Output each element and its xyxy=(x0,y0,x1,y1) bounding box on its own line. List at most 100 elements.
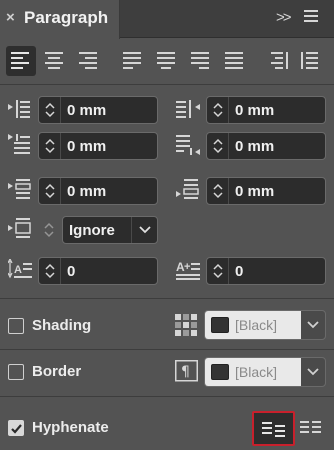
chevron-down-icon xyxy=(44,272,55,279)
hyphenate-label: Hyphenate xyxy=(32,419,109,436)
right-indent-field[interactable]: 0 mm xyxy=(206,96,326,124)
border-label: Border xyxy=(32,363,82,380)
first-line-indent-field[interactable]: 0 mm xyxy=(38,132,158,160)
chevron-up-icon xyxy=(44,183,55,190)
chevron-down-icon xyxy=(212,192,223,199)
align-away-from-spine-icon xyxy=(301,52,318,69)
left-indent-value[interactable]: 0 mm xyxy=(67,102,106,119)
align-towards-spine-button[interactable] xyxy=(264,46,294,76)
align-center-button[interactable] xyxy=(40,46,70,76)
space-between-select[interactable]: Ignore xyxy=(62,216,158,244)
first-line-indent-icon xyxy=(8,134,30,154)
shading-color-dropdown[interactable] xyxy=(301,311,325,339)
border-color-swatch xyxy=(211,364,229,380)
paragraph-tab[interactable]: × Paragraph xyxy=(0,0,120,39)
align-away-from-spine-button[interactable] xyxy=(296,46,326,76)
chevron-up-icon xyxy=(212,263,223,270)
first-line-stepper-arrows[interactable] xyxy=(39,133,61,159)
border-color-select[interactable]: [Black] xyxy=(204,357,326,387)
drop-cap-characters-stepper-arrows[interactable] xyxy=(207,258,229,284)
right-indent-icon xyxy=(176,100,200,118)
panel-tabbar: × Paragraph >> xyxy=(0,0,334,39)
space-before-field[interactable]: 0 mm xyxy=(38,177,158,205)
last-line-stepper-arrows[interactable] xyxy=(207,133,229,159)
justify-last-center-button[interactable] xyxy=(152,46,182,76)
close-icon[interactable]: × xyxy=(6,10,20,26)
align-right-button[interactable] xyxy=(74,46,104,76)
panel-title: Paragraph xyxy=(24,8,109,27)
left-indent-stepper-arrows[interactable] xyxy=(39,97,61,123)
justify-last-right-icon xyxy=(191,52,209,69)
drop-cap-characters-field[interactable]: 0 xyxy=(206,257,326,285)
shading-color-value: [Black] xyxy=(235,317,278,333)
chevron-up-icon xyxy=(212,183,223,190)
chevron-down-icon xyxy=(44,147,55,154)
space-after-stepper-arrows[interactable] xyxy=(207,178,229,204)
collapse-panel-icon[interactable]: >> xyxy=(276,9,291,26)
justify-last-left-icon xyxy=(123,52,141,69)
space-between-stepper-arrows[interactable] xyxy=(38,216,60,244)
chevron-up-icon xyxy=(212,102,223,109)
chevron-down-icon xyxy=(212,111,223,118)
space-after-value[interactable]: 0 mm xyxy=(235,183,274,200)
justify-all-icon xyxy=(225,52,243,69)
border-color-value: [Black] xyxy=(235,364,278,380)
shading-checkbox[interactable] xyxy=(8,318,24,334)
svg-text:A: A xyxy=(14,264,22,276)
chevron-down-icon xyxy=(307,321,319,329)
chevron-up-icon xyxy=(44,222,54,229)
justify-last-left-button[interactable] xyxy=(118,46,148,76)
justify-all-button[interactable] xyxy=(220,46,250,76)
separator xyxy=(0,396,334,397)
space-after-field[interactable]: 0 mm xyxy=(206,177,326,205)
align-center-icon xyxy=(45,52,63,69)
shading-color-field[interactable]: [Black] xyxy=(205,311,301,339)
chevron-up-icon xyxy=(44,138,55,145)
single-line-composer-icon[interactable] xyxy=(300,419,324,437)
border-checkbox[interactable] xyxy=(8,364,24,380)
shading-pattern-icon[interactable] xyxy=(175,314,197,336)
align-towards-spine-icon xyxy=(271,52,288,69)
space-after-icon xyxy=(176,179,199,199)
drop-cap-lines-field[interactable]: 0 xyxy=(38,257,158,285)
chevron-down-icon xyxy=(212,272,223,279)
last-line-right-indent-icon xyxy=(176,135,200,155)
last-line-right-indent-field[interactable]: 0 mm xyxy=(206,132,326,160)
space-before-icon xyxy=(8,179,31,199)
border-color-dropdown[interactable] xyxy=(301,358,325,386)
separator xyxy=(0,298,334,299)
checkmark-icon xyxy=(11,424,22,434)
alignment-toolbar xyxy=(6,46,328,78)
paragraph-composer-icon xyxy=(262,422,285,437)
align-right-icon xyxy=(79,52,97,69)
chevron-down-icon xyxy=(44,111,55,118)
border-color-field[interactable]: [Black] xyxy=(205,358,301,386)
chevron-up-icon xyxy=(44,102,55,109)
paragraph-border-icon[interactable]: ¶ xyxy=(175,360,199,382)
right-indent-stepper-arrows[interactable] xyxy=(207,97,229,123)
justify-last-center-icon xyxy=(157,52,175,69)
hyphenate-checkbox[interactable] xyxy=(8,420,24,436)
hamburger-menu-icon[interactable] xyxy=(304,10,318,26)
justify-last-right-button[interactable] xyxy=(186,46,216,76)
space-before-stepper-arrows[interactable] xyxy=(39,178,61,204)
adobe-paragraph-composer-button[interactable] xyxy=(252,411,295,446)
space-before-value[interactable]: 0 mm xyxy=(67,183,106,200)
drop-cap-lines-value[interactable]: 0 xyxy=(67,263,75,280)
last-line-right-indent-value[interactable]: 0 mm xyxy=(235,138,274,155)
space-between-value: Ignore xyxy=(69,222,115,239)
chevron-down-icon xyxy=(307,368,319,376)
align-left-button[interactable] xyxy=(6,46,36,76)
space-between-dropdown[interactable] xyxy=(131,217,157,243)
drop-cap-characters-value[interactable]: 0 xyxy=(235,263,243,280)
left-indent-field[interactable]: 0 mm xyxy=(38,96,158,124)
chevron-down-icon xyxy=(212,147,223,154)
shading-color-select[interactable]: [Black] xyxy=(204,310,326,340)
chevron-down-icon xyxy=(139,226,151,234)
drop-cap-lines-stepper-arrows[interactable] xyxy=(39,258,61,284)
first-line-indent-value[interactable]: 0 mm xyxy=(67,138,106,155)
right-indent-value[interactable]: 0 mm xyxy=(235,102,274,119)
space-between-control: Ignore xyxy=(38,216,158,244)
chevron-up-icon xyxy=(212,138,223,145)
space-between-icon xyxy=(8,218,31,238)
